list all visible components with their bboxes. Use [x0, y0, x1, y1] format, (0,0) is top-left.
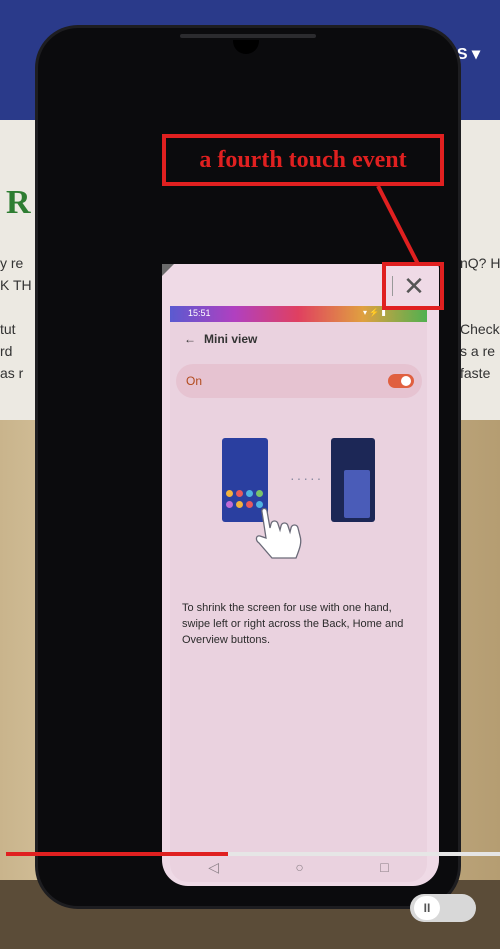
mini-view-description: To shrink the screen for use with one ha… [182, 602, 404, 646]
hand-gesture-icon [255, 508, 302, 559]
illustration-mini-window [344, 470, 370, 518]
phone-speaker [180, 34, 316, 38]
switch-knob [401, 376, 411, 386]
overview-button-icon[interactable]: □ [380, 859, 388, 875]
back-arrow-icon[interactable]: ← [184, 332, 196, 346]
status-time: 15:51 [188, 308, 211, 318]
website-heading: R [6, 184, 31, 221]
back-button-icon[interactable]: ◁ [208, 859, 219, 876]
settings-header: ← Mini view [184, 332, 257, 346]
navigation-bar: ◁ ○ □ [170, 854, 427, 880]
annotation-target-highlight [382, 262, 444, 310]
video-frame: ES ▾ R y re K TH tut rd as r hile nQ? H … [0, 0, 500, 949]
video-progress-fill [6, 852, 229, 856]
illustration-separator: ····· [290, 470, 324, 486]
video-progress-bar[interactable] [6, 852, 500, 856]
pause-icon[interactable]: II [414, 896, 440, 920]
illustration-app-icons [226, 490, 266, 508]
mini-view-toggle-row[interactable] [176, 364, 422, 398]
page-title: Mini view [204, 332, 258, 346]
toggle-label: On [186, 374, 203, 388]
home-button-icon[interactable]: ○ [295, 859, 303, 875]
annotation-label: a fourth touch event [199, 146, 407, 173]
resize-handle-icon[interactable] [162, 264, 174, 276]
annotation-callout: a fourth touch event [162, 134, 444, 186]
